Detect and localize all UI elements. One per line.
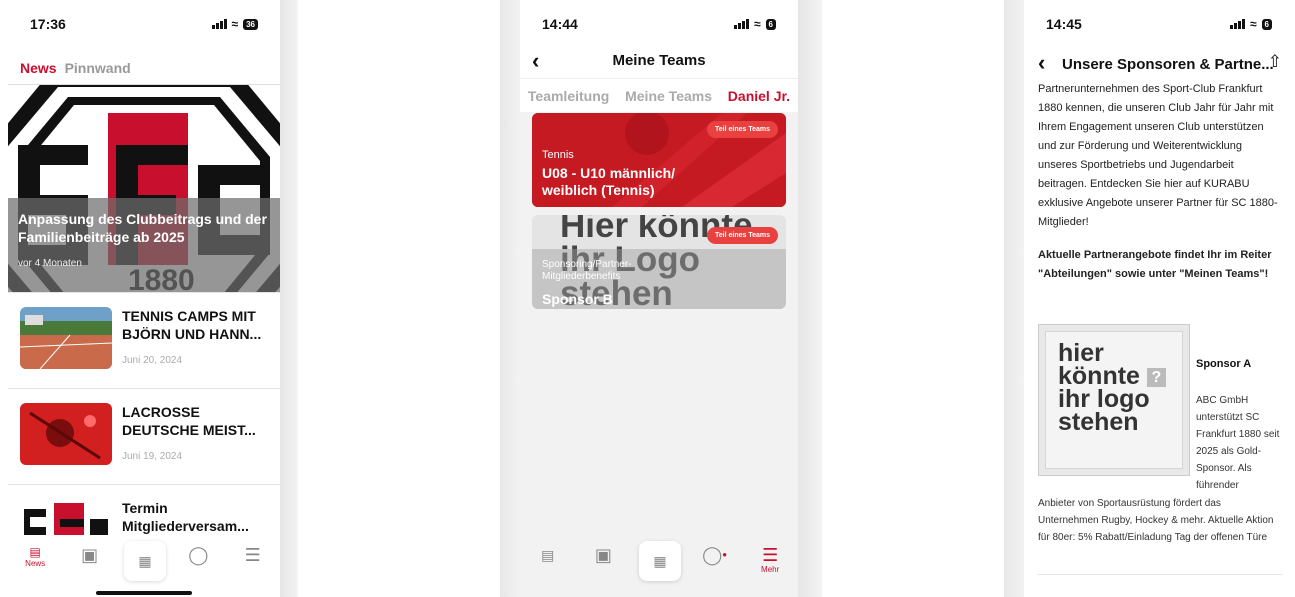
tab-news[interactable]: News: [20, 60, 57, 76]
battery-icon: 6: [1261, 18, 1272, 30]
bottom-navigation: ▤ ▣ ▦ ◯● ☰ Mehr: [520, 535, 798, 597]
phone-shadow: [280, 0, 298, 597]
news-thumbnail: [20, 307, 112, 369]
signal-icon: [211, 19, 227, 29]
tab-meine-teams[interactable]: Meine Teams: [625, 88, 712, 104]
phone-sponsors-screen: 14:45 ≈ 6 ‹ Unsere Sponsoren & Partne...…: [1024, 4, 1294, 597]
status-time: 14:45: [1046, 16, 1082, 32]
news-icon: ▤: [29, 545, 41, 559]
team-tag-badge: Teil eines Teams: [707, 227, 778, 244]
signal-icon: [733, 19, 749, 29]
phone-news-screen: 17:36 ≈ 36 News Pinnwand 1880 Anpassung …: [8, 4, 280, 597]
status-bar: 14:45 ≈ 6: [1024, 4, 1294, 44]
nav-calendar[interactable]: ▣: [70, 545, 110, 565]
menu-icon: ☰: [244, 545, 261, 565]
sponsor-text-continued: Anbieter von Sportausrüstung fördert das…: [1038, 498, 1274, 543]
nav-qr[interactable]: ▦: [638, 541, 681, 581]
nav-news-label: News: [25, 559, 46, 568]
hero-date: vor 4 Monaten: [18, 258, 82, 269]
list-item[interactable]: TENNIS CAMPS MIT BJÖRN UND HANN... Juni …: [8, 292, 280, 384]
nav-menu[interactable]: ☰: [233, 545, 273, 565]
hero-title: Anpassung des Clubbeitrags und der Famil…: [18, 211, 267, 245]
calendar-icon: ▣: [594, 545, 612, 565]
news-date: Juni 20, 2024: [122, 355, 183, 366]
tab-pinnwand[interactable]: Pinnwand: [65, 60, 131, 76]
intro-text: Partnerunternehmen des Sport-Club Frankf…: [1038, 83, 1278, 228]
wifi-icon: ≈: [753, 17, 761, 31]
page-title: Meine Teams: [612, 52, 706, 69]
phone-shadow: [1004, 0, 1024, 597]
hero-news-card[interactable]: 1880 Anpassung des Clubbeitrags und der …: [8, 84, 280, 292]
chat-icon: ◯●: [702, 545, 728, 565]
qr-code-icon: ▦: [653, 553, 667, 569]
signal-icon: [1229, 19, 1245, 29]
nav-news[interactable]: ▤ News: [15, 545, 55, 568]
chat-icon: ◯: [188, 545, 209, 565]
nav-more-label: Mehr: [761, 565, 780, 574]
status-bar: 14:44 ≈ 6: [520, 4, 798, 44]
phone-shadow: [500, 0, 520, 597]
status-time: 14:44: [542, 16, 578, 32]
calendar-icon: ▣: [81, 545, 99, 565]
battery-icon: 6: [765, 18, 776, 30]
nav-chat[interactable]: ◯●: [695, 545, 735, 565]
tab-daniel-jr[interactable]: Daniel Jr.: [728, 88, 790, 104]
partner-note: Aktuelle Partnerangebote findet Ihr im R…: [1038, 249, 1272, 280]
news-title: Termin Mitgliederversam...: [122, 500, 249, 534]
card-title: U08 - U10 männlich/ weiblich (Tennis): [542, 165, 676, 198]
news-tabs: News Pinnwand: [20, 60, 131, 76]
news-title: LACROSSE DEUTSCHE MEIST...: [122, 404, 256, 438]
nav-calendar[interactable]: ▣: [583, 545, 623, 565]
team-tag-badge: Teil eines Teams: [707, 121, 778, 138]
news-title: TENNIS CAMPS MIT BJÖRN UND HANN...: [122, 308, 262, 342]
card-category: Tennis: [542, 149, 574, 161]
phone-shadow: [798, 0, 822, 597]
news-thumbnail: [20, 403, 112, 465]
wifi-icon: ≈: [231, 17, 239, 31]
logo-line: stehen: [1058, 408, 1139, 436]
team-card-sponsor[interactable]: Hier könnte ihr Logo stehen Teil eines T…: [532, 215, 786, 309]
nav-more[interactable]: ☰ Mehr: [750, 545, 790, 574]
bottom-navigation: ▤ News ▣ ▦ ◯ ☰: [8, 535, 280, 597]
team-card-tennis[interactable]: Teil eines Teams Tennis U08 - U10 männli…: [532, 113, 786, 207]
divider: [1038, 574, 1282, 575]
sponsor-text: ABC GmbH unterstützt SC Frankfurt 1880 s…: [1196, 395, 1280, 491]
sponsor-description: Partnerunternehmen des Sport-Club Frankf…: [1038, 80, 1282, 284]
hero-overlay: Anpassung des Clubbeitrags und der Famil…: [8, 198, 280, 292]
battery-icon: 36: [243, 18, 258, 30]
news-icon: ▤: [541, 547, 555, 563]
team-tabs: Teamleitung Meine Teams Daniel Jr.: [520, 78, 798, 112]
card-title: Sponsor B: [542, 291, 613, 307]
page-title: Unsere Sponsoren & Partne...: [1062, 56, 1274, 73]
tab-teamleitung[interactable]: Teamleitung: [528, 88, 609, 104]
sponsor-logo: hier könnte ? ihr logo stehen: [1038, 324, 1190, 476]
qr-code-icon: ▦: [138, 553, 152, 569]
status-time: 17:36: [30, 16, 66, 32]
back-icon[interactable]: ‹: [1038, 50, 1045, 76]
nav-news[interactable]: ▤: [528, 545, 568, 565]
news-date: Juni 19, 2024: [122, 451, 183, 462]
status-bar: 17:36 ≈ 36: [8, 4, 280, 44]
question-icon: ?: [1146, 367, 1166, 387]
nav-qr[interactable]: ▦: [123, 541, 166, 581]
nav-chat[interactable]: ◯: [178, 545, 218, 565]
menu-icon: ☰: [762, 545, 779, 565]
share-icon[interactable]: ⇧: [1268, 52, 1282, 72]
sponsor-name: Sponsor A: [1196, 358, 1252, 370]
home-indicator: [96, 591, 192, 595]
card-category: Sponsoring/Partner-Mitgliederbenefits: [542, 259, 632, 282]
wifi-icon: ≈: [1249, 17, 1257, 31]
list-item[interactable]: LACROSSE DEUTSCHE MEIST... Juni 19, 2024: [8, 388, 280, 480]
phone-teams-screen: 14:44 ≈ 6 ‹ Meine Teams Teamleitung Mein…: [520, 4, 798, 597]
